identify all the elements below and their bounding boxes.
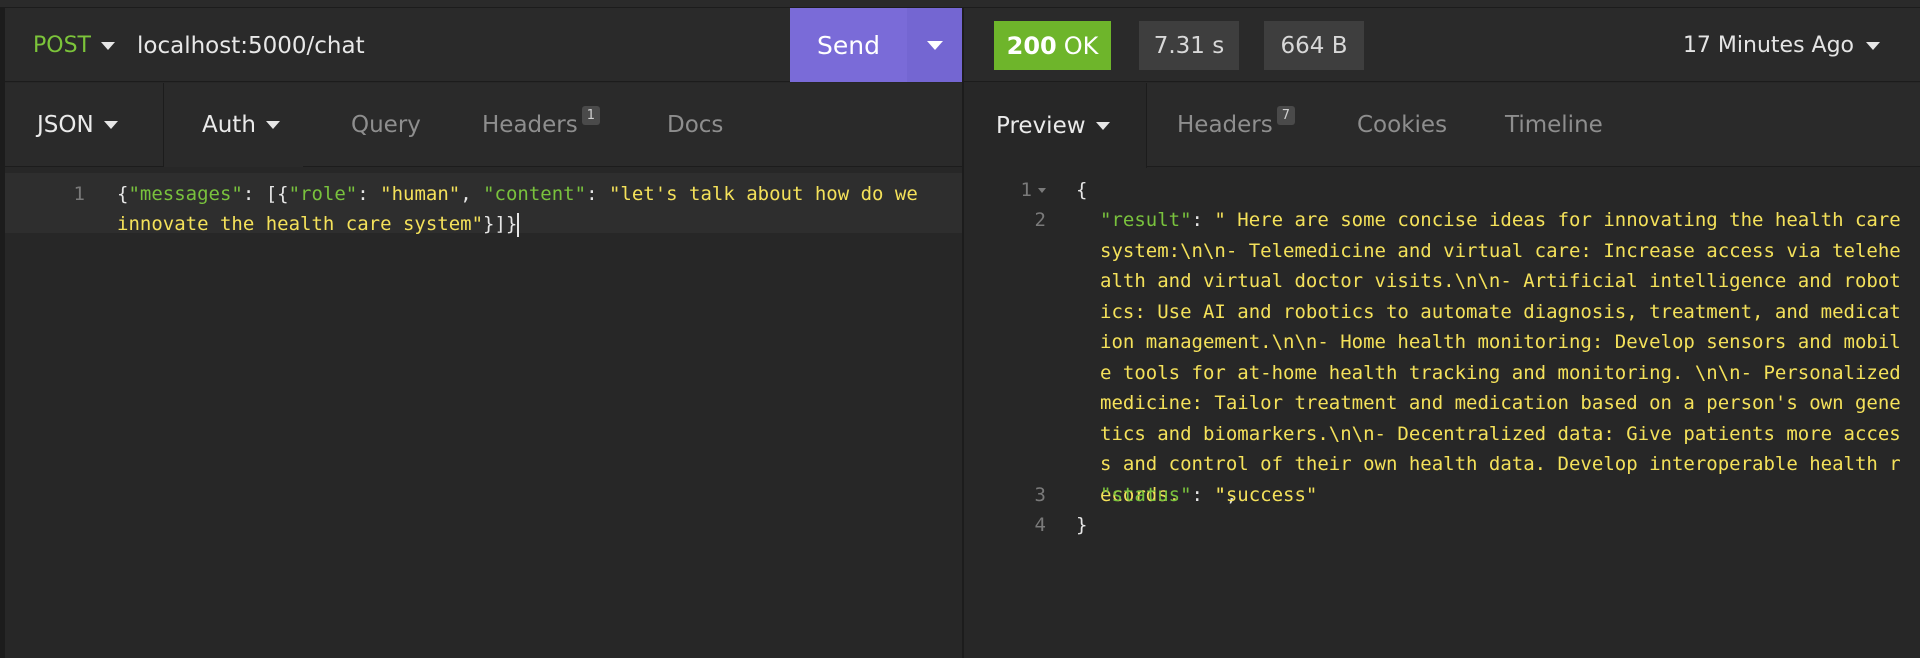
tab-label: Cookies xyxy=(1357,112,1448,138)
status-text: OK xyxy=(1063,31,1099,60)
chevron-down-icon xyxy=(101,41,115,50)
tab-label: Timeline xyxy=(1505,112,1603,138)
send-button-label: Send xyxy=(817,30,880,60)
json-string: "success" xyxy=(1214,484,1318,506)
url-input[interactable]: localhost:5000/chat xyxy=(137,33,365,59)
line-number: 4 xyxy=(1034,514,1046,536)
tab-query[interactable]: Query xyxy=(351,83,421,167)
response-size-badge: 664 B xyxy=(1264,21,1364,70)
response-body-viewer[interactable]: 1 2 3 4 { "result": " Here are some conc… xyxy=(964,169,1920,658)
chevron-down-icon xyxy=(926,40,943,50)
tab-body-json[interactable]: JSON xyxy=(5,83,163,167)
code-line: "status": "success" xyxy=(1100,484,1318,506)
json-key: "result" xyxy=(1100,209,1192,231)
response-pane: 200 OK 7.31 s 664 B 17 Minutes Ago Previ… xyxy=(964,8,1920,658)
code-line: } xyxy=(1076,514,1088,536)
tab-headers[interactable]: Headers 1 xyxy=(482,83,606,167)
json-string: " Here are some concise ideas for innova… xyxy=(1100,209,1913,506)
send-button[interactable]: Send xyxy=(790,8,962,82)
text-cursor xyxy=(517,212,520,237)
headers-count-badge: 1 xyxy=(581,105,601,125)
response-time-badge: 7.31 s xyxy=(1139,21,1239,70)
code-line: "result": " Here are some concise ideas … xyxy=(1100,209,1913,506)
tab-label: Docs xyxy=(667,112,724,138)
code-line: innovate the health care system"}]} xyxy=(117,209,520,239)
tab-label: Preview xyxy=(996,112,1086,139)
line-number: 1 xyxy=(73,183,85,205)
json-closing: }]} xyxy=(483,213,518,235)
response-tabs: Preview Headers 7 Cookies Timeline xyxy=(964,83,1920,168)
history-dropdown[interactable]: 17 Minutes Ago xyxy=(1683,33,1880,58)
chevron-down-icon xyxy=(103,121,118,129)
send-options-button[interactable] xyxy=(907,8,962,82)
chevron-down-icon xyxy=(265,121,280,129)
status-badge: 200 OK xyxy=(994,21,1111,70)
tab-preview[interactable]: Preview xyxy=(964,83,1147,168)
method-label: POST xyxy=(33,33,91,58)
json-string: innovate the health care system" xyxy=(117,213,484,235)
line-number: 2 xyxy=(1034,209,1046,231)
tab-cookies[interactable]: Cookies xyxy=(1357,83,1447,167)
tab-docs[interactable]: Docs xyxy=(667,83,723,167)
tab-label: Headers xyxy=(482,112,578,138)
window-top-border xyxy=(0,0,1920,8)
tab-auth[interactable]: Auth xyxy=(163,83,303,167)
request-tabs: JSON Auth Query Headers 1 Docs xyxy=(5,83,962,167)
json-key: "content" xyxy=(483,183,587,205)
json-string: "human" xyxy=(380,183,461,205)
tab-label: Auth xyxy=(202,112,256,138)
tab-label: Query xyxy=(351,112,421,138)
headers-count-badge: 7 xyxy=(1276,105,1296,125)
tab-label: JSON xyxy=(37,112,94,138)
chevron-down-icon xyxy=(1866,41,1880,50)
url-bar: POST localhost:5000/chat Send xyxy=(5,8,962,82)
history-label: 17 Minutes Ago xyxy=(1682,33,1854,58)
tab-label: Headers xyxy=(1177,112,1273,138)
request-body-editor[interactable]: 1 {"messages": [{"role": "human", "conte… xyxy=(5,169,962,658)
line-number: 3 xyxy=(1034,484,1046,506)
tab-response-headers[interactable]: Headers 7 xyxy=(1177,83,1301,167)
method-dropdown[interactable]: POST xyxy=(33,33,115,58)
chevron-down-icon xyxy=(1095,121,1110,130)
fold-caret-icon[interactable] xyxy=(1038,188,1046,193)
json-string: "let's talk about how do we xyxy=(608,183,918,205)
json-key: "role" xyxy=(288,183,358,205)
request-pane: POST localhost:5000/chat Send JSON Auth … xyxy=(0,8,962,658)
json-key: "status" xyxy=(1100,484,1192,506)
line-number: 1 xyxy=(964,175,1046,205)
code-line: { xyxy=(1076,179,1088,201)
status-code: 200 xyxy=(1006,31,1057,60)
tab-timeline[interactable]: Timeline xyxy=(1505,83,1603,167)
json-key: "messages" xyxy=(128,183,243,205)
response-status-bar: 200 OK 7.31 s 664 B 17 Minutes Ago xyxy=(964,8,1920,82)
code-line: {"messages": [{"role": "human", "content… xyxy=(117,183,918,205)
